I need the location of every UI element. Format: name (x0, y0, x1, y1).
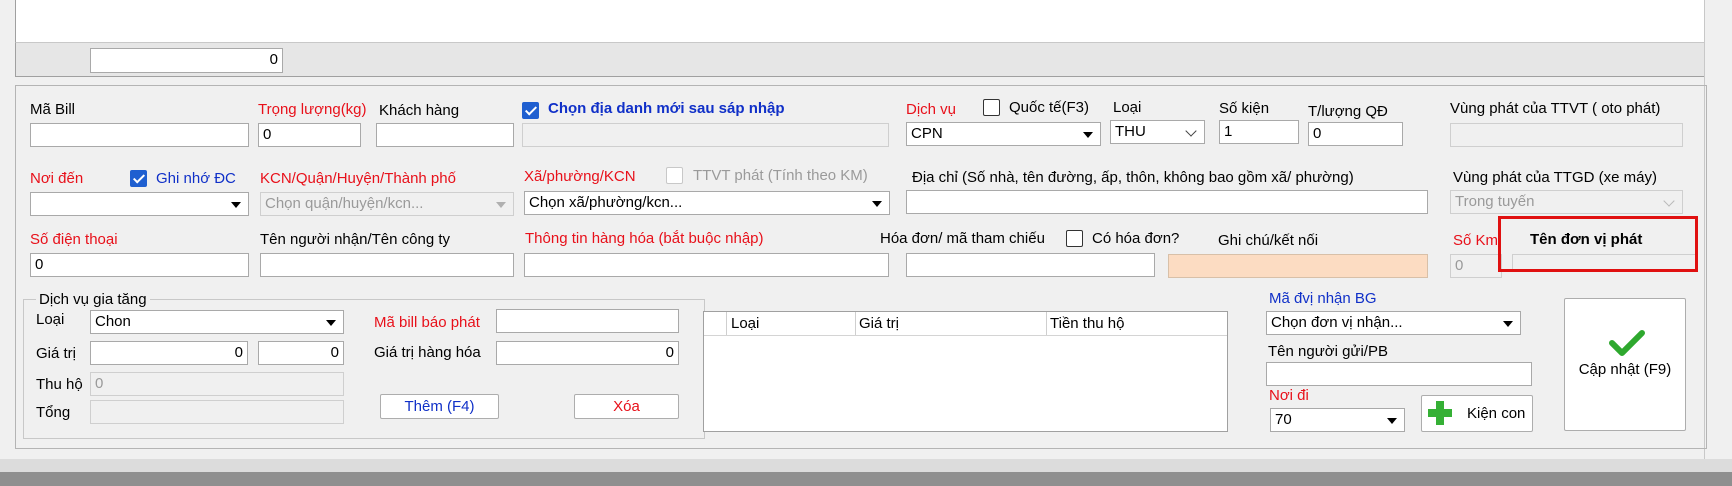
packages-label: Số kiện (1219, 100, 1270, 117)
remember-dc-checkbox[interactable] (130, 170, 147, 187)
bg-unit-select[interactable]: Chọn đơn vị nhận... (1266, 311, 1521, 335)
ttvt-km-checkbox (666, 167, 683, 184)
origin-select[interactable]: 70 (1270, 408, 1405, 432)
window-bottom-border (0, 459, 1732, 472)
type-label: Loại (1113, 99, 1142, 116)
invoice-ref-input[interactable] (906, 253, 1155, 277)
remember-dc-label: Ghi nhớ ĐC (156, 170, 236, 187)
sender-input[interactable] (1266, 362, 1532, 386)
service-label: Dịch vụ (906, 101, 957, 118)
ttgd-zone-select: Trong tuyến (1450, 190, 1683, 214)
ttvt-zone-label: Vùng phát của TTVT ( oto phát) (1450, 100, 1661, 117)
receiver-input[interactable] (260, 253, 514, 277)
vas-total-label: Tổng (36, 404, 71, 421)
weight-qd-label: T/lượng QĐ (1308, 103, 1388, 120)
vas-total-field (90, 400, 344, 424)
customer-input[interactable] (376, 123, 514, 147)
weight-label: Trọng lượng(kg) (258, 101, 367, 118)
delete-button[interactable]: Xóa (574, 394, 679, 419)
ward-select[interactable]: Chọn xã/phường/kcn... (524, 191, 890, 215)
ttvt-zone-field (1450, 123, 1683, 147)
destination-select[interactable] (30, 192, 249, 216)
vas-table: Loại Giá trị Tiền thu hộ (703, 311, 1228, 432)
note-input[interactable] (1168, 254, 1428, 278)
report-bill-label: Mã bill báo phát (374, 314, 480, 331)
taskbar (0, 472, 1732, 486)
service-select[interactable]: CPN (906, 122, 1101, 146)
vas-title: Dịch vụ gia tăng (36, 291, 150, 309)
type-select[interactable]: THU (1110, 120, 1205, 144)
has-invoice-checkbox[interactable] (1066, 230, 1083, 247)
vas-value-label: Giá trị (36, 345, 77, 362)
invoice-ref-label: Hóa đơn/ mã tham chiếu (880, 230, 1045, 247)
vas-column-type[interactable]: Loại (731, 315, 759, 333)
bill-input[interactable] (30, 123, 249, 147)
note-label: Ghi chú/kết nối (1218, 232, 1319, 249)
weight-input[interactable]: 0 (258, 123, 361, 147)
update-button[interactable]: Cập nhật (F9) (1564, 298, 1686, 431)
receiver-label: Tên người nhận/Tên công ty (260, 231, 450, 248)
top-grid-counter[interactable]: 0 (90, 48, 283, 73)
vas-type-select[interactable]: Chon (90, 310, 344, 334)
km-field: 0 (1450, 254, 1502, 278)
weight-qd-input[interactable]: 0 (1308, 122, 1403, 146)
destination-label: Nơi đến (30, 170, 84, 187)
plus-icon (1427, 400, 1453, 426)
sub-package-label: Kiện con (1467, 405, 1526, 422)
phone-input[interactable]: 0 (30, 253, 249, 277)
vas-value-input-1[interactable]: 0 (90, 341, 248, 365)
add-button[interactable]: Thêm (F4) (380, 394, 499, 419)
km-label: Số Km (1453, 232, 1499, 249)
international-checkbox[interactable] (983, 99, 1000, 116)
sender-label: Tên người gửi/PB (1268, 343, 1388, 360)
new-place-checkbox[interactable] (522, 102, 539, 119)
ward-label: Xã/phường/KCN (524, 168, 636, 185)
top-grid (15, 0, 1707, 43)
checkmark-icon (1609, 329, 1645, 357)
vas-table-header: Loại Giá trị Tiền thu hộ (704, 312, 1227, 336)
vas-column-value[interactable]: Giá trị (859, 315, 899, 333)
delivery-unit-highlight (1498, 216, 1698, 272)
vas-cod-label: Thu hộ (36, 376, 83, 393)
new-place-field (522, 123, 889, 147)
customer-label: Khách hàng (379, 102, 460, 119)
goods-info-input[interactable] (524, 253, 889, 277)
vas-cod-field: 0 (90, 372, 344, 396)
update-label: Cập nhật (F9) (1578, 361, 1672, 378)
goods-value-label: Giá trị hàng hóa (374, 344, 481, 361)
vas-value-input-2[interactable]: 0 (258, 341, 344, 365)
district-label: KCN/Quận/Huyện/Thành phố (260, 170, 456, 187)
vas-type-label: Loại (36, 311, 65, 328)
district-select: Chọn quận/huyện/kcn... (260, 192, 514, 216)
sub-package-button[interactable]: Kiện con (1421, 395, 1533, 432)
ttgd-zone-label: Vùng phát của TTGD (xe máy) (1453, 169, 1657, 186)
origin-label: Nơi đi (1269, 387, 1309, 404)
report-bill-input[interactable] (496, 309, 679, 333)
goods-value-input[interactable]: 0 (496, 341, 679, 365)
address-label: Địa chỉ (Số nhà, tên đường, ấp, thôn, kh… (912, 169, 1354, 186)
address-input[interactable] (906, 190, 1428, 214)
phone-label: Số điện thoại (30, 231, 118, 248)
bg-unit-label: Mã đvị nhận BG (1269, 290, 1377, 307)
has-invoice-label: Có hóa đơn? (1092, 230, 1180, 247)
packages-input[interactable]: 1 (1219, 120, 1299, 144)
bill-label: Mã Bill (30, 101, 76, 118)
new-place-label: Chọn địa danh mới sau sáp nhập (548, 100, 785, 117)
international-label: Quốc tế(F3) (1009, 99, 1090, 116)
window-scrollbar[interactable] (1704, 0, 1732, 472)
vas-column-cod[interactable]: Tiền thu hộ (1050, 315, 1125, 333)
ttvt-km-label: TTVT phát (Tính theo KM) (693, 167, 868, 184)
goods-info-label: Thông tin hàng hóa (bắt buộc nhập) (525, 230, 764, 247)
